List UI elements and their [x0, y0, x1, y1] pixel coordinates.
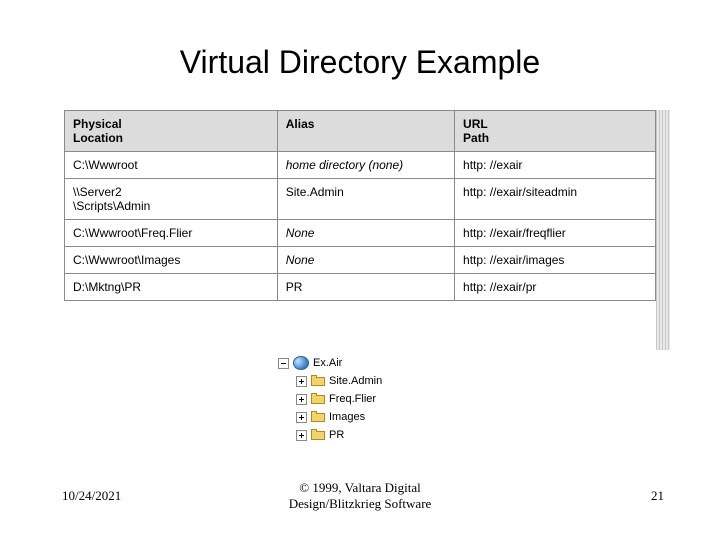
tree-child-label: PR [329, 426, 344, 444]
table-row: C:\Wwwroot home directory (none) http: /… [65, 152, 656, 179]
tree-child-row[interactable]: Images [296, 408, 382, 426]
cell-phys: C:\Wwwroot\Images [65, 247, 278, 274]
cell-phys: D:\Mktng\PR [65, 274, 278, 301]
tree-child-row[interactable]: PR [296, 426, 382, 444]
cell-url: http: //exair/siteadmin [455, 179, 656, 220]
table-row: C:\Wwwroot\Images None http: //exair/ima… [65, 247, 656, 274]
table-row: C:\Wwwroot\Freq.Flier None http: //exair… [65, 220, 656, 247]
cell-phys: \\Server2\Scripts\Admin [65, 179, 278, 220]
cell-phys: C:\Wwwroot\Freq.Flier [65, 220, 278, 247]
cell-url: http: //exair/images [455, 247, 656, 274]
col-url-path: URLPath [455, 111, 656, 152]
slide: Virtual Directory Example PhysicalLocati… [0, 0, 720, 540]
folder-icon [311, 393, 325, 405]
table-row: \\Server2\Scripts\Admin Site.Admin http:… [65, 179, 656, 220]
tree-root-label: Ex.Air [313, 354, 342, 372]
cell-url: http: //exair/freqflier [455, 220, 656, 247]
plus-icon[interactable] [296, 376, 307, 387]
cell-alias: None [277, 247, 454, 274]
minus-icon[interactable] [278, 358, 289, 369]
cell-alias: PR [277, 274, 454, 301]
plus-icon[interactable] [296, 394, 307, 405]
table-header-row: PhysicalLocation Alias URLPath [65, 111, 656, 152]
folder-icon [311, 429, 325, 441]
footer-page-number: 21 [651, 488, 664, 504]
tree-child-label: Site.Admin [329, 372, 382, 390]
cell-phys: C:\Wwwroot [65, 152, 278, 179]
vdir-table-wrap: PhysicalLocation Alias URLPath C:\Wwwroo… [64, 110, 656, 301]
tree-child-label: Images [329, 408, 365, 426]
slide-title: Virtual Directory Example [0, 0, 720, 81]
globe-icon [293, 356, 309, 370]
cell-url: http: //exair [455, 152, 656, 179]
footer-copyright: © 1999, Valtara DigitalDesign/Blitzkrieg… [0, 480, 720, 512]
tree-child-row[interactable]: Freq.Flier [296, 390, 382, 408]
folder-tree: Ex.Air Site.Admin Freq.Flier Images PR [278, 354, 382, 444]
col-physical-location: PhysicalLocation [65, 111, 278, 152]
vdir-table: PhysicalLocation Alias URLPath C:\Wwwroo… [64, 110, 656, 301]
col-alias: Alias [277, 111, 454, 152]
folder-icon [311, 375, 325, 387]
decorative-stripe [656, 110, 670, 350]
plus-icon[interactable] [296, 430, 307, 441]
plus-icon[interactable] [296, 412, 307, 423]
tree-child-label: Freq.Flier [329, 390, 376, 408]
tree-child-row[interactable]: Site.Admin [296, 372, 382, 390]
tree-root-row[interactable]: Ex.Air [278, 354, 382, 372]
table-row: D:\Mktng\PR PR http: //exair/pr [65, 274, 656, 301]
cell-alias: home directory (none) [277, 152, 454, 179]
folder-icon [311, 411, 325, 423]
cell-alias: None [277, 220, 454, 247]
cell-alias: Site.Admin [277, 179, 454, 220]
cell-url: http: //exair/pr [455, 274, 656, 301]
